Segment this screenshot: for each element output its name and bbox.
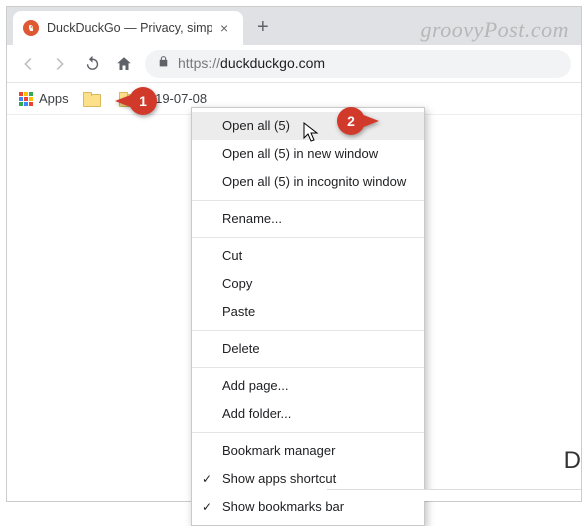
new-tab-button[interactable]: +	[243, 16, 279, 45]
ctx-copy[interactable]: Copy	[192, 270, 424, 298]
browser-window: groovyPost.com DuckDuckGo — Privacy, sim…	[6, 6, 582, 502]
duckduckgo-favicon	[23, 20, 39, 36]
bookmark-folder-unnamed[interactable]	[83, 92, 105, 105]
ctx-rename[interactable]: Rename...	[192, 205, 424, 233]
ctx-bookmark-manager[interactable]: Bookmark manager	[192, 437, 424, 465]
forward-button[interactable]	[49, 53, 71, 75]
apps-shortcut[interactable]: Apps	[19, 91, 69, 106]
ctx-separator	[192, 367, 424, 368]
ctx-delete[interactable]: Delete	[192, 335, 424, 363]
ctx-open-all[interactable]: Open all (5)	[192, 112, 424, 140]
folder-icon	[83, 92, 99, 105]
ctx-open-all-new-window[interactable]: Open all (5) in new window	[192, 140, 424, 168]
ctx-separator	[192, 330, 424, 331]
ctx-paste[interactable]: Paste	[192, 298, 424, 326]
apps-icon	[19, 92, 33, 106]
tab-close-button[interactable]: ×	[220, 21, 228, 35]
ctx-cut[interactable]: Cut	[192, 242, 424, 270]
annotation-number: 1	[129, 87, 157, 115]
watermark-text: groovyPost.com	[420, 17, 569, 43]
ctx-add-folder[interactable]: Add folder...	[192, 400, 424, 428]
apps-label: Apps	[39, 91, 69, 106]
ctx-add-page[interactable]: Add page...	[192, 372, 424, 400]
address-bar[interactable]: https://duckduckgo.com	[145, 50, 571, 78]
page-content-edge	[327, 489, 581, 501]
reload-button[interactable]	[81, 53, 103, 75]
tab-title: DuckDuckGo — Privacy, simplifie	[47, 21, 212, 35]
ctx-separator	[192, 432, 424, 433]
ctx-separator	[192, 237, 424, 238]
annotation-callout-2: 2	[337, 107, 379, 135]
context-menu: Open all (5) Open all (5) in new window …	[191, 107, 425, 526]
toolbar: https://duckduckgo.com	[7, 45, 581, 83]
ctx-separator	[192, 200, 424, 201]
browser-tab[interactable]: DuckDuckGo — Privacy, simplifie ×	[13, 11, 243, 45]
page-content-letter: D	[564, 447, 581, 475]
ctx-open-all-incognito[interactable]: Open all (5) in incognito window	[192, 168, 424, 196]
url-text: https://duckduckgo.com	[178, 55, 325, 73]
annotation-callout-1: 1	[115, 87, 157, 115]
back-button[interactable]	[17, 53, 39, 75]
home-button[interactable]	[113, 53, 135, 75]
lock-icon	[157, 55, 170, 73]
